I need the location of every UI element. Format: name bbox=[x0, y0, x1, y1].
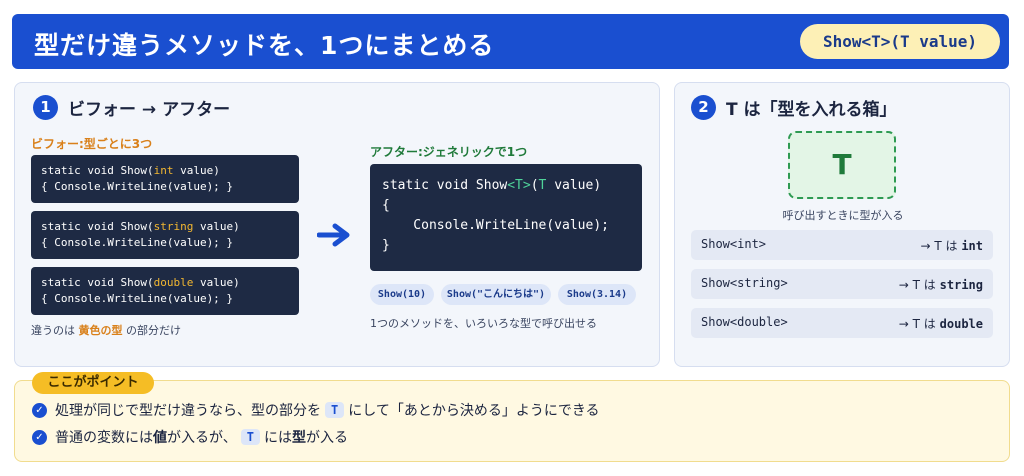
after-code-generic: static void Show<T>(T value) { Console.W… bbox=[370, 164, 642, 271]
check-icon: ✓ bbox=[32, 402, 47, 418]
key-point-2: ✓ 普通の変数には値が入るが、 T には型が入る bbox=[32, 427, 348, 447]
type-box-title: T は「型を入れる箱」 bbox=[726, 100, 897, 120]
before-code-string: static void Show(string value) { Console… bbox=[31, 211, 299, 259]
signature-pill: Show<T>(T value) bbox=[800, 24, 1000, 59]
type-box-caption: 呼び出すときに型が入る bbox=[782, 209, 904, 222]
check-icon: ✓ bbox=[32, 429, 47, 445]
before-after-panel: 1 ビフォー → アフター ビフォー:型ごとに3つ static void Sh… bbox=[14, 82, 660, 367]
after-note: 1つのメソッドを、いろいろな型で呼び出せる bbox=[370, 317, 597, 330]
key-point-1: ✓ 処理が同じで型だけ違うなら、型の部分を T にして「あとから決める」ようにで… bbox=[32, 400, 600, 420]
call-pill-int: Show(10) bbox=[370, 284, 434, 305]
type-row-double: Show<double> → T は double bbox=[691, 308, 993, 338]
key-points-box bbox=[14, 380, 1010, 462]
key-points-badge: ここがポイント bbox=[32, 372, 154, 394]
section-number-1: 1 bbox=[33, 95, 58, 120]
after-label: アフター:ジェネリックで1つ bbox=[370, 145, 528, 159]
before-note: 違うのは 黄色の型 の部分だけ bbox=[31, 324, 181, 337]
before-code-double: static void Show(double value) { Console… bbox=[31, 267, 299, 315]
before-code-int: static void Show(int value) { Console.Wr… bbox=[31, 155, 299, 203]
call-pill-double: Show(3.14) bbox=[558, 284, 636, 305]
header-banner: 型だけ違うメソッドを、1つにまとめる Show<T>(T value) bbox=[12, 14, 1009, 69]
section-number-2: 2 bbox=[691, 95, 716, 120]
right-arrow-icon bbox=[317, 223, 350, 247]
type-row-string: Show<string> → T は string bbox=[691, 269, 993, 299]
before-label: ビフォー:型ごとに3つ bbox=[31, 137, 153, 151]
type-box-panel: 2 T は「型を入れる箱」 T 呼び出すときに型が入る Show<int> → … bbox=[674, 82, 1010, 367]
type-box-heading: 2 T は「型を入れる箱」 bbox=[691, 95, 897, 120]
type-row-int: Show<int> → T は int bbox=[691, 230, 993, 260]
call-pill-string: Show("こんにちは") bbox=[441, 284, 551, 305]
page-title: 型だけ違うメソッドを、1つにまとめる bbox=[34, 31, 495, 60]
before-after-title: ビフォー → アフター bbox=[68, 100, 231, 120]
before-after-heading: 1 ビフォー → アフター bbox=[33, 95, 230, 120]
type-placeholder-box: T bbox=[788, 131, 896, 199]
